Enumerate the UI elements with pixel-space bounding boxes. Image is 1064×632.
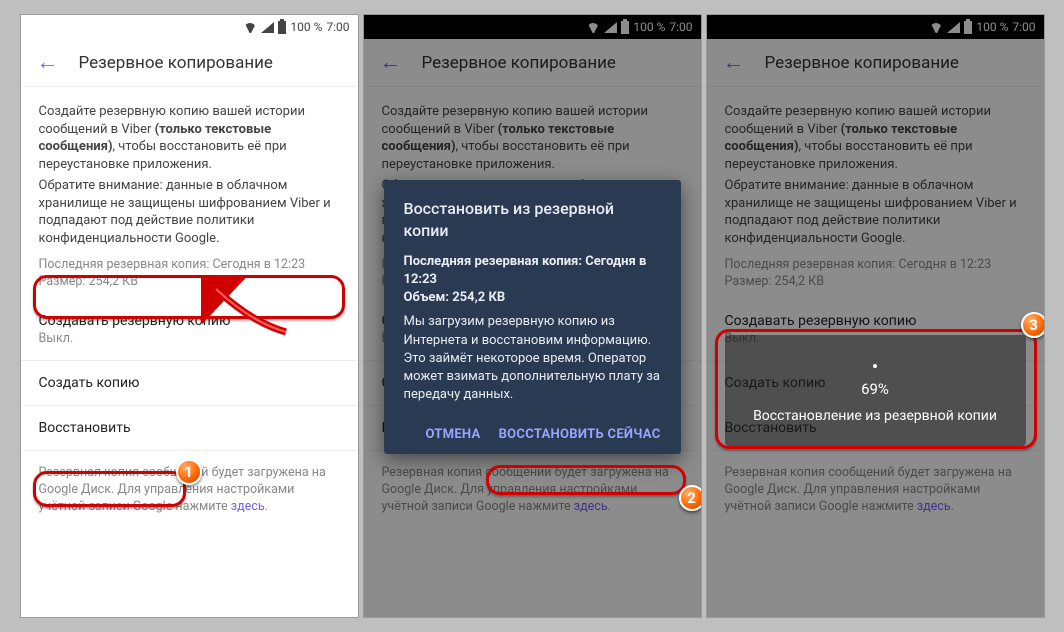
battery-pct: 100 % xyxy=(290,20,322,34)
step-badge-2: 2 xyxy=(679,485,702,511)
footer-link[interactable]: здесь xyxy=(231,499,265,514)
restore-dialog: Восстановить из резервной копии Последня… xyxy=(384,180,681,454)
dialog-body-2: Это займёт некоторое время. Оператор мож… xyxy=(404,350,661,405)
phone-screen-1: 100 % 7:00 ← Резервное копирование Созда… xyxy=(20,14,359,618)
description-block: Создайте резервную копию вашей истории с… xyxy=(707,87,1044,299)
page-title: Резервное копирование xyxy=(79,53,273,73)
auto-backup-value: Выкл. xyxy=(39,331,340,346)
description-block: Создайте резервную копию вашей истории с… xyxy=(21,87,358,299)
last-backup-info: Последняя резервная копия: Сегодня в 12:… xyxy=(725,257,1026,291)
highlight-restore-now xyxy=(486,465,686,495)
back-icon[interactable]: ← xyxy=(723,52,745,74)
dialog-last-date: Последняя резервная копия: Сегодня в 12:… xyxy=(404,253,661,289)
dialog-actions: ОТМЕНА ВОССТАНОВИТЬ СЕЙЧАС xyxy=(404,420,661,444)
wifi-icon xyxy=(929,22,943,33)
create-backup-label: Создать копию xyxy=(39,375,140,391)
clock: 7:00 xyxy=(1012,20,1035,34)
highlight-progress xyxy=(715,329,1037,449)
status-bar: 100 % 7:00 xyxy=(707,15,1044,39)
signal-icon xyxy=(947,22,960,33)
phone-screen-3: 100 % 7:00 ← Резервное копирование Созда… xyxy=(706,14,1045,618)
status-bar: 100 % 7:00 xyxy=(21,15,358,39)
restore-now-button[interactable]: ВОССТАНОВИТЬ СЕЙЧАС xyxy=(499,426,661,444)
step-badge-3: 3 xyxy=(1021,312,1045,338)
page-title: Резервное копирование xyxy=(422,53,616,73)
highlight-last-backup xyxy=(33,275,345,319)
app-bar: ← Резервное копирование xyxy=(707,39,1044,87)
battery-pct: 100 % xyxy=(976,20,1008,34)
footer-note: Резервная копия сообщений будет загружен… xyxy=(707,451,1044,530)
restore-row[interactable]: Восстановить xyxy=(21,406,358,451)
battery-icon xyxy=(621,21,629,34)
signal-icon xyxy=(261,22,274,33)
clock: 7:00 xyxy=(669,20,692,34)
status-bar: 100 % 7:00 xyxy=(364,15,701,39)
back-icon[interactable]: ← xyxy=(380,52,402,74)
highlight-restore-button xyxy=(33,471,186,507)
battery-icon xyxy=(278,21,286,34)
dialog-body-1: Мы загрузим резервную копию из Интернета… xyxy=(404,313,661,349)
dialog-size: Объем: 254,2 КВ xyxy=(404,289,661,307)
create-backup-row[interactable]: Создать копию xyxy=(21,361,358,406)
battery-pct: 100 % xyxy=(633,20,665,34)
wifi-icon xyxy=(243,22,257,33)
wifi-icon xyxy=(586,22,600,33)
last-backup-date: Последняя резервная копия: Сегодня в 12:… xyxy=(39,257,340,274)
cancel-button[interactable]: ОТМЕНА xyxy=(425,426,480,444)
signal-icon xyxy=(604,22,617,33)
battery-icon xyxy=(964,21,972,34)
page-title: Резервное копирование xyxy=(765,53,959,73)
app-bar: ← Резервное копирование xyxy=(364,39,701,87)
desc-note: Обратите внимание: данные в облачном хра… xyxy=(39,177,340,247)
restore-label: Восстановить xyxy=(39,420,131,436)
app-bar: ← Резервное копирование xyxy=(21,39,358,87)
phone-screen-2: 100 % 7:00 ← Резервное копирование Созда… xyxy=(363,14,702,618)
dialog-title: Восстановить из резервной копии xyxy=(404,198,661,243)
back-icon[interactable]: ← xyxy=(37,52,59,74)
clock: 7:00 xyxy=(326,20,349,34)
step-badge-1: 1 xyxy=(176,459,202,485)
